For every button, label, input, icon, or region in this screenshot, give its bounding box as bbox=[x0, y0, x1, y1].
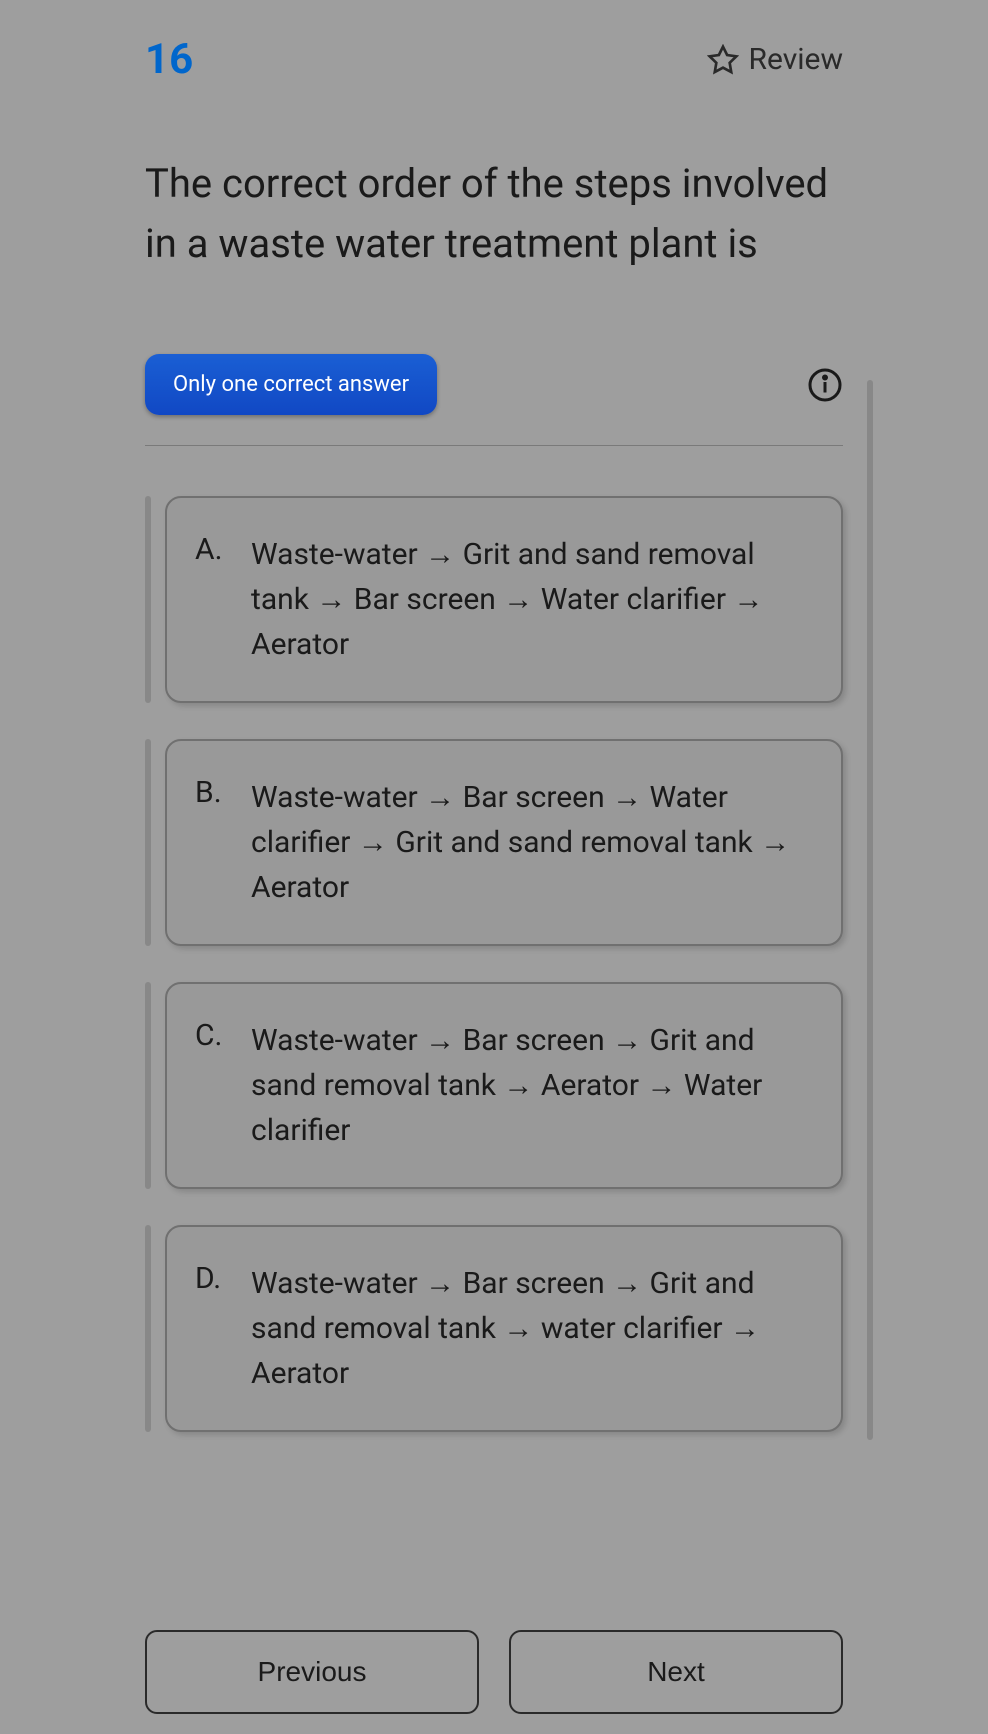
question-text: The correct order of the steps involved … bbox=[145, 154, 843, 274]
review-button[interactable]: Review bbox=[707, 42, 843, 77]
option-text: Waste-water → Bar screen → Grit and sand… bbox=[251, 1261, 813, 1396]
divider bbox=[145, 445, 843, 446]
star-icon bbox=[707, 44, 739, 76]
review-label: Review bbox=[749, 42, 843, 77]
navigation-buttons: Previous Next bbox=[145, 1630, 843, 1714]
previous-button[interactable]: Previous bbox=[145, 1630, 479, 1714]
option-letter: C. bbox=[195, 1018, 227, 1153]
question-container: 16 Review The correct order of the steps… bbox=[0, 0, 988, 1432]
option-indicator-bar bbox=[145, 982, 151, 1189]
info-icon[interactable] bbox=[807, 367, 843, 403]
option-text: Waste-water → Bar screen → Grit and sand… bbox=[251, 1018, 813, 1153]
option-c-wrapper: C. Waste-water → Bar screen → Grit and s… bbox=[145, 982, 843, 1189]
next-button[interactable]: Next bbox=[509, 1630, 843, 1714]
option-d[interactable]: D. Waste-water → Bar screen → Grit and s… bbox=[165, 1225, 843, 1432]
option-indicator-bar bbox=[145, 1225, 151, 1432]
answer-type-badge: Only one correct answer bbox=[145, 354, 437, 415]
option-letter: B. bbox=[195, 775, 227, 910]
option-indicator-bar bbox=[145, 496, 151, 703]
scrollbar[interactable] bbox=[867, 380, 873, 1440]
option-d-wrapper: D. Waste-water → Bar screen → Grit and s… bbox=[145, 1225, 843, 1432]
option-text: Waste-water → Grit and sand removal tank… bbox=[251, 532, 813, 667]
option-c[interactable]: C. Waste-water → Bar screen → Grit and s… bbox=[165, 982, 843, 1189]
option-b-wrapper: B. Waste-water → Bar screen → Water clar… bbox=[145, 739, 843, 946]
option-indicator-bar bbox=[145, 739, 151, 946]
answer-type-row: Only one correct answer bbox=[145, 354, 843, 415]
option-text: Waste-water → Bar screen → Water clarifi… bbox=[251, 775, 813, 910]
question-number: 16 bbox=[145, 35, 193, 84]
options-container: A. Waste-water → Grit and sand removal t… bbox=[145, 496, 843, 1432]
option-letter: A. bbox=[195, 532, 227, 667]
option-b[interactable]: B. Waste-water → Bar screen → Water clar… bbox=[165, 739, 843, 946]
option-a[interactable]: A. Waste-water → Grit and sand removal t… bbox=[165, 496, 843, 703]
question-header: 16 Review bbox=[145, 35, 843, 84]
option-a-wrapper: A. Waste-water → Grit and sand removal t… bbox=[145, 496, 843, 703]
option-letter: D. bbox=[195, 1261, 227, 1396]
